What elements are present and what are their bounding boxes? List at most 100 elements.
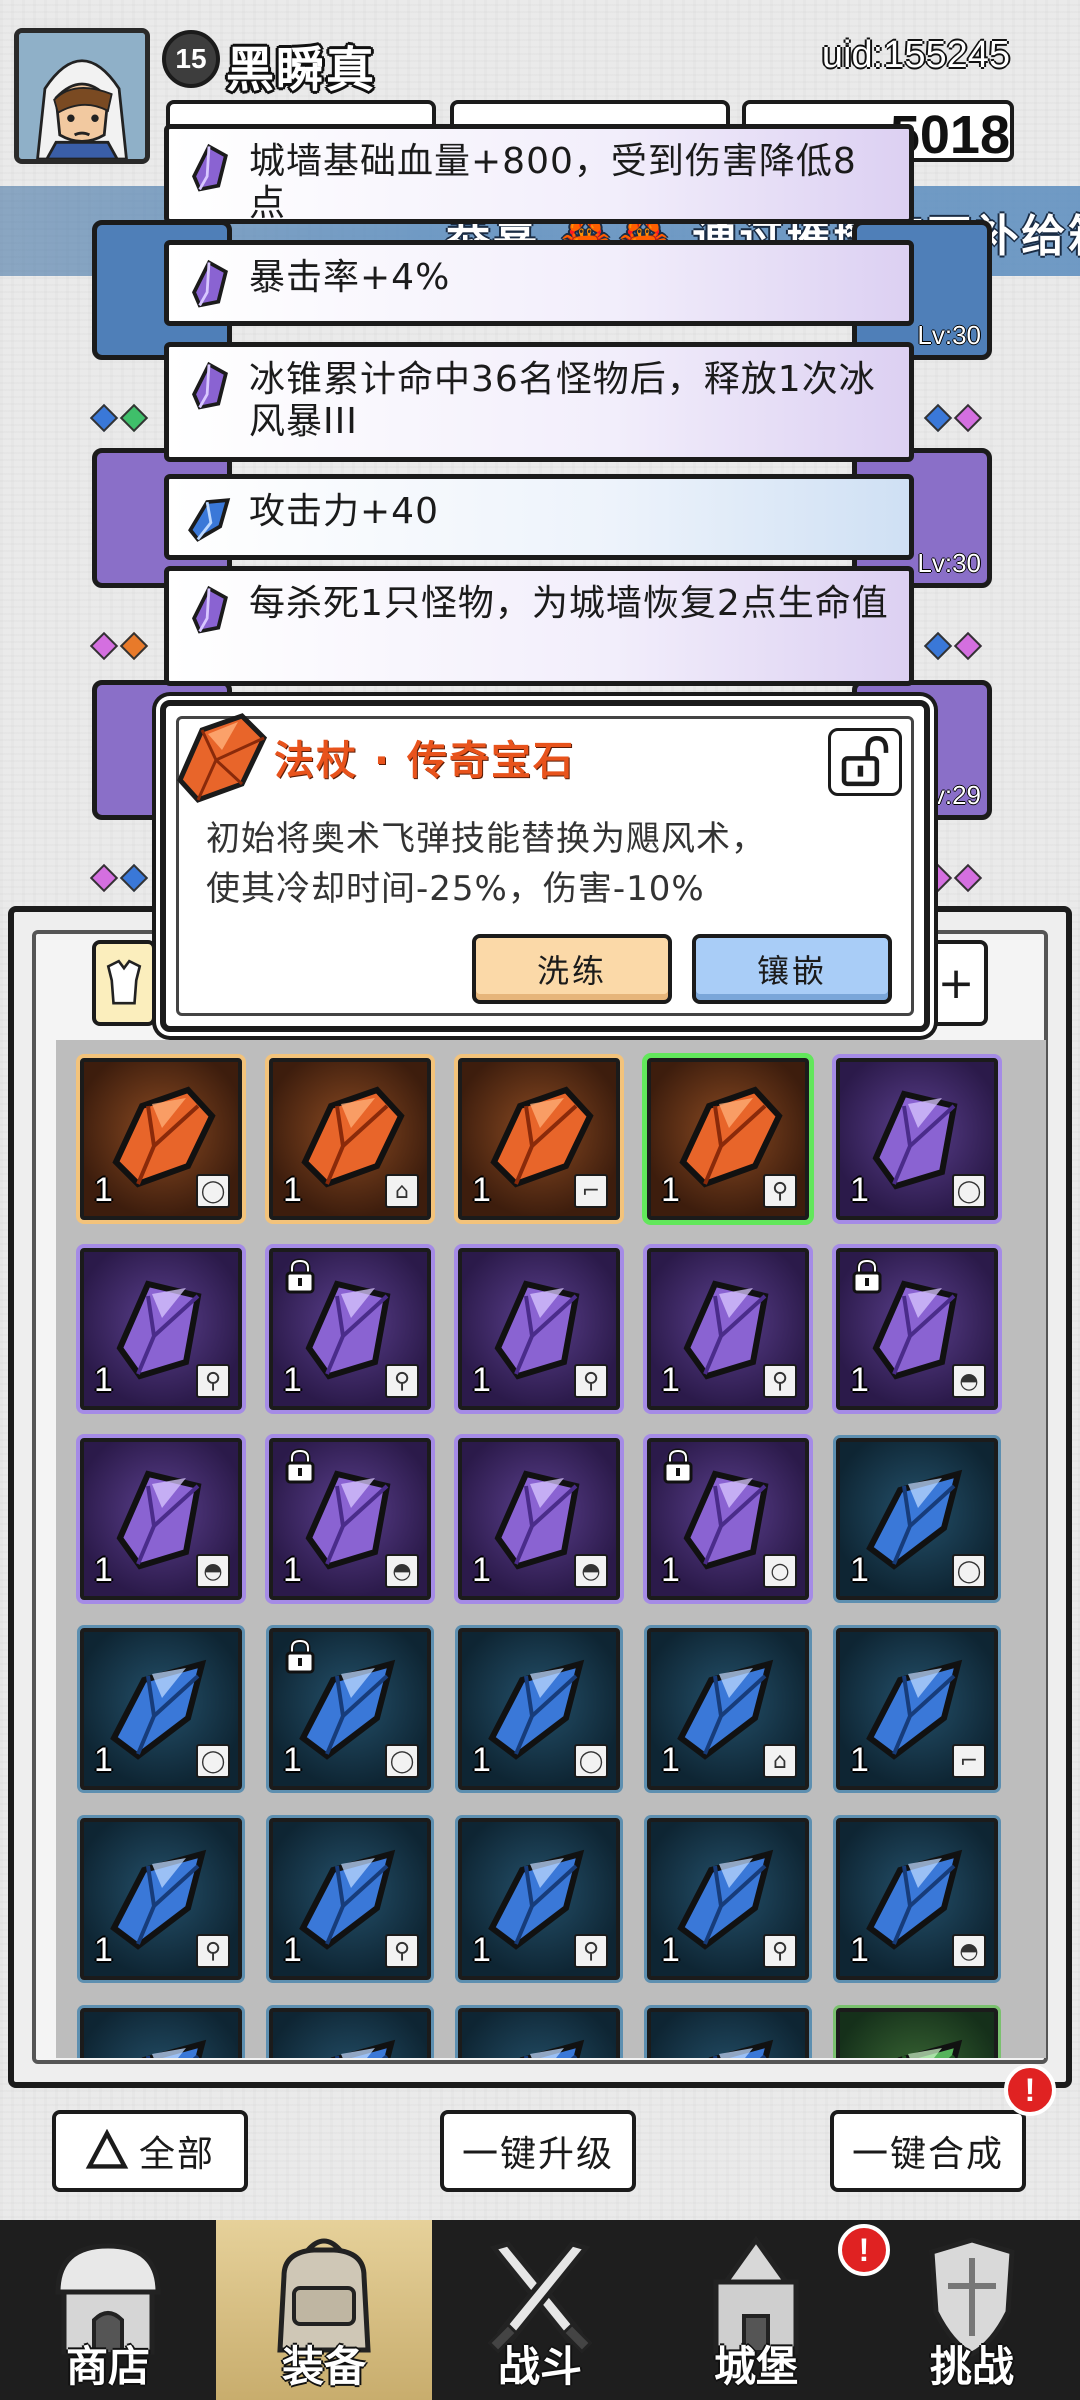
gem-count: 1 xyxy=(661,1361,680,1399)
gem-slot[interactable]: 1 ⌂ xyxy=(269,1058,431,1220)
gem-count: 1 xyxy=(94,1171,113,1209)
gem-count: 1 xyxy=(472,1361,491,1399)
gem-slot[interactable]: 1 ⚲ xyxy=(647,1058,809,1220)
armor-tab-icon xyxy=(106,959,142,1005)
gem-slot[interactable]: 1 ◯ xyxy=(80,1058,242,1220)
staff-slot-type-icon: ⚲ xyxy=(574,1364,608,1398)
gem-slot[interactable]: 1 ⚲ xyxy=(80,1248,242,1410)
gem-slot[interactable]: 1 ◓ xyxy=(269,1438,431,1600)
affix-line-1: 城墙基础血量+800，受到伤害降低8点 xyxy=(164,124,914,224)
purple-gem-icon xyxy=(192,361,228,410)
hooded-hero-portrait-icon xyxy=(19,33,145,159)
nav-battle[interactable]: 战斗 xyxy=(432,2220,648,2400)
gem-slot[interactable]: 1 ⚲ xyxy=(458,1248,620,1410)
gem-slot[interactable]: 1 ◯ xyxy=(80,1628,242,1790)
legendary-orange-gem-icon xyxy=(177,713,268,803)
player-avatar[interactable] xyxy=(14,28,150,164)
lock-icon xyxy=(285,1448,315,1484)
hat-slot-type-icon: ◓ xyxy=(952,1934,986,1968)
gem-slot[interactable]: 1 ○ xyxy=(647,1438,809,1600)
gem-slot[interactable]: 1 ⌐ xyxy=(836,1628,998,1790)
gem-slot[interactable]: 1 ◯ xyxy=(458,1628,620,1790)
gem-slot[interactable]: 1 ⚲ xyxy=(647,1818,809,1980)
gem-count: 1 xyxy=(94,1741,113,1779)
gem-slot[interactable] xyxy=(458,2008,620,2058)
one-click-merge-button[interactable]: 一键合成 xyxy=(830,2110,1026,2192)
ring-slot-type-icon: ◯ xyxy=(196,1174,230,1208)
gem-count: 1 xyxy=(850,1361,869,1399)
staff-slot-type-icon: ⚲ xyxy=(763,1174,797,1208)
gem-slot[interactable]: 1 ⚲ xyxy=(647,1248,809,1410)
gem-slot[interactable]: 1 ⚲ xyxy=(458,1818,620,1980)
armor-slot-type-icon: ⌂ xyxy=(763,1744,797,1778)
filter-all-button[interactable]: 全部 xyxy=(52,2110,248,2192)
boots-slot-type-icon: ⌐ xyxy=(574,1174,608,1208)
gem-slot[interactable]: 1 ◓ xyxy=(458,1438,620,1600)
description-line-2: 使其冷却时间-25%，伤害-10% xyxy=(206,869,705,909)
equip-level-1: Lv:30 xyxy=(917,320,981,350)
nav-shop[interactable]: 商店 xyxy=(0,2220,216,2400)
nav-equipment[interactable]: 装备 xyxy=(216,2220,432,2400)
purple-gem-icon xyxy=(192,585,228,634)
gem-slot[interactable] xyxy=(80,2008,242,2058)
refine-button[interactable]: 洗练 xyxy=(472,934,672,1004)
gem-slot[interactable] xyxy=(269,2008,431,2058)
inventory-expand-button[interactable]: + xyxy=(924,940,988,1026)
gem-slot[interactable]: 1 ⚲ xyxy=(269,1818,431,1980)
armor-slot-type-icon: ⌂ xyxy=(385,1174,419,1208)
blue-gem-icon xyxy=(141,2039,207,2058)
gem-slot[interactable]: 1 ◯ xyxy=(836,1058,998,1220)
gem-slot[interactable]: 1 ⌐ xyxy=(458,1058,620,1220)
gem-slot[interactable]: 1 ◓ xyxy=(836,1248,998,1410)
player-uid: uid:155245 xyxy=(821,34,1010,76)
gem-count: 1 xyxy=(850,1551,869,1589)
affix-line-2: 暴击率+4% xyxy=(164,240,914,326)
hat-slot-type-icon: ◓ xyxy=(196,1554,230,1588)
gem-slot[interactable] xyxy=(647,2008,809,2058)
gem-count: 1 xyxy=(472,1171,491,1209)
gem-count: 1 xyxy=(850,1741,869,1779)
triangle-filter-icon xyxy=(85,2129,129,2169)
lock-toggle-button[interactable] xyxy=(828,728,902,796)
nav-challenge[interactable]: 挑战 xyxy=(864,2220,1080,2400)
popup-title: 法杖 · 传奇宝石 xyxy=(274,738,576,784)
inlay-button[interactable]: 镶嵌 xyxy=(692,934,892,1004)
hat-slot-type-icon: ◓ xyxy=(574,1554,608,1588)
gem-count: 1 xyxy=(661,1171,680,1209)
gem-count: 1 xyxy=(94,1931,113,1969)
affix-line-5: 每杀死1只怪物，为城墙恢复2点生命值 xyxy=(164,566,914,686)
purple-gem-icon xyxy=(192,143,228,192)
gem-slot[interactable]: 1 ◓ xyxy=(80,1438,242,1600)
player-name: 黑瞬真 xyxy=(226,42,377,98)
gem-count: 1 xyxy=(94,1551,113,1589)
affix-text: 城墙基础血量+800，受到伤害降低8点 xyxy=(249,141,857,224)
gem-slot[interactable] xyxy=(836,2008,998,2058)
gem-count: 1 xyxy=(283,1741,302,1779)
affix-text: 每杀死1只怪物，为城墙恢复2点生命值 xyxy=(249,583,889,624)
necklace-slot-type-icon: ○ xyxy=(763,1554,797,1588)
ring-slot-type-icon: ◯ xyxy=(196,1744,230,1778)
gem-count: 1 xyxy=(283,1361,302,1399)
one-click-upgrade-button[interactable]: 一键升级 xyxy=(440,2110,636,2192)
gem-count: 1 xyxy=(661,1741,680,1779)
gem-count: 1 xyxy=(283,1551,302,1589)
ring-slot-type-icon: ◯ xyxy=(385,1744,419,1778)
description-line-1: 初始将奥术飞弹技能替换为飓风术， xyxy=(206,819,766,859)
staff-slot-type-icon: ⚲ xyxy=(196,1934,230,1968)
gem-slot[interactable]: 1 ◯ xyxy=(836,1438,998,1600)
gem-slot[interactable]: 1 ◯ xyxy=(269,1628,431,1790)
gem-slot[interactable]: 1 ◓ xyxy=(836,1818,998,1980)
staff-slot-type-icon: ⚲ xyxy=(574,1934,608,1968)
nav-shop-label: 商店 xyxy=(65,2342,150,2391)
inventory-category-tab[interactable] xyxy=(92,940,156,1026)
gem-slot[interactable]: 1 ⌂ xyxy=(647,1628,809,1790)
popup-description: 初始将奥术飞弹技能替换为飓风术， 使其冷却时间-25%，伤害-10% xyxy=(206,814,766,914)
nav-castle[interactable]: 城堡 xyxy=(648,2220,864,2400)
affix-text: 暴击率+4% xyxy=(249,257,451,298)
hat-slot-type-icon: ◓ xyxy=(952,1364,986,1398)
blue-gem-icon xyxy=(519,2039,585,2058)
affix-text: 冰锥累计命中36名怪物后，释放1次冰风暴III xyxy=(249,359,876,442)
gem-slot[interactable]: 1 ⚲ xyxy=(269,1248,431,1410)
gem-slot[interactable]: 1 ⚲ xyxy=(80,1818,242,1980)
blue-gem-icon xyxy=(330,2039,396,2058)
